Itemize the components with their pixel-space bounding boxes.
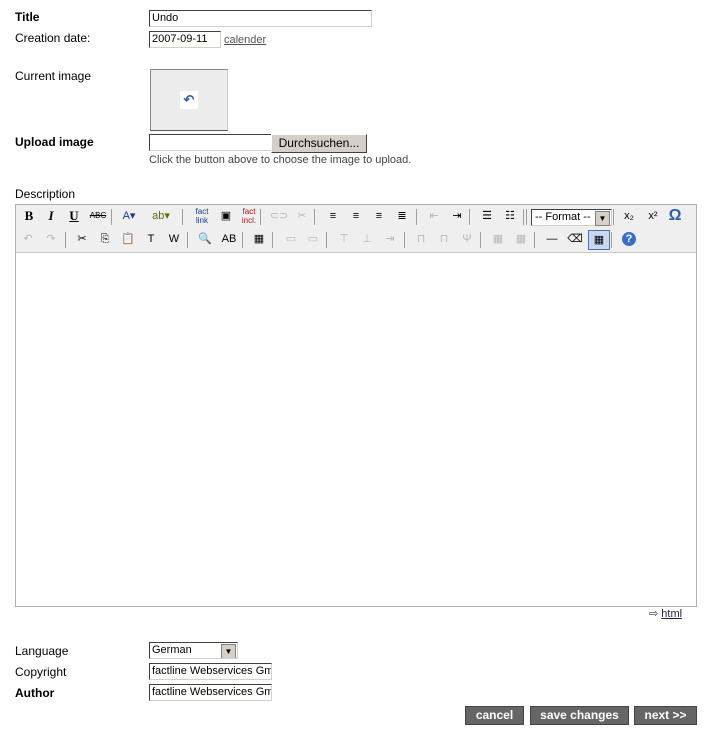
strikethrough-icon[interactable]: ABC — [88, 207, 108, 225]
delete-col-icon[interactable]: Ψ — [457, 230, 477, 248]
toolbar-separator — [242, 232, 243, 248]
cell-props-icon[interactable]: ▦ — [511, 230, 531, 248]
toolbar-separator — [534, 232, 535, 248]
align-right-icon[interactable]: ≡ — [369, 207, 389, 225]
title-input[interactable]: Undo — [149, 10, 372, 27]
format-value: -- Format -- — [535, 211, 591, 223]
toolbar-separator — [272, 232, 273, 248]
table-edit-icon[interactable]: ▦ — [249, 230, 269, 248]
toolbar-separator — [526, 209, 527, 225]
link-icon[interactable]: ⊂⊃ — [269, 207, 289, 225]
language-select[interactable]: German ▼ — [149, 642, 238, 659]
superscript-icon[interactable]: x² — [643, 207, 663, 225]
editor-toolbar: -- Format -- ▼ B I U ABC A▾ ab▾ fact link ▣ fact … — [16, 205, 696, 253]
chevron-down-icon: ▼ — [595, 211, 610, 226]
subscript-icon[interactable]: x₂ — [619, 207, 639, 225]
bold-icon[interactable]: B — [19, 207, 39, 225]
copy-icon[interactable]: ⎘ — [95, 230, 115, 248]
insert-col-after-icon[interactable]: ⊓ — [434, 230, 454, 248]
toolbar-separator — [326, 232, 327, 248]
cancel-button[interactable]: cancel — [465, 706, 524, 725]
table-props-icon[interactable]: ▦ — [488, 230, 508, 248]
copyright-label: Copyright — [15, 665, 67, 679]
chevron-down-icon: ▼ — [221, 644, 236, 658]
toolbar-separator — [613, 209, 614, 225]
help-icon[interactable]: ? — [622, 232, 636, 246]
calendar-link[interactable]: calender — [224, 34, 266, 46]
description-label: Description — [15, 187, 76, 201]
italic-icon[interactable]: I — [41, 207, 61, 225]
split-cell-icon[interactable]: ▭ — [303, 230, 323, 248]
fact-link-icon[interactable]: fact link — [192, 207, 212, 225]
remove-format-icon[interactable]: ⌫ — [565, 230, 585, 248]
creation-date-input[interactable]: 2007-09-11 — [149, 31, 221, 48]
font-color-icon[interactable]: A▾ — [119, 207, 139, 225]
undo-icon[interactable]: ↶ — [18, 230, 38, 248]
toolbar-separator — [65, 232, 66, 248]
redo-icon[interactable]: ↷ — [41, 230, 61, 248]
editor-content-area[interactable] — [16, 253, 696, 606]
current-image-label: Current image — [15, 69, 92, 83]
highlight-color-icon[interactable]: ab▾ — [151, 207, 171, 225]
horizontal-rule-icon[interactable]: — — [542, 230, 562, 248]
toolbar-separator — [611, 232, 612, 248]
justify-icon[interactable]: ≣ — [392, 207, 412, 225]
toolbar-separator — [260, 209, 261, 225]
cut-icon[interactable]: ✂ — [72, 230, 92, 248]
copyright-input[interactable]: factline Webservices Gm — [149, 663, 272, 680]
toolbar-separator — [182, 209, 183, 225]
align-center-icon[interactable]: ≡ — [346, 207, 366, 225]
delete-row-icon[interactable]: ⇥ — [380, 230, 400, 248]
merge-cells-icon[interactable]: ▭ — [281, 230, 301, 248]
arrow-right-icon: ⇨ — [649, 608, 662, 620]
language-value: German — [152, 644, 192, 656]
replace-icon[interactable]: AB — [219, 230, 239, 248]
insert-row-after-icon[interactable]: ⊥ — [357, 230, 377, 248]
upload-file-input[interactable] — [149, 134, 272, 151]
insert-image-icon[interactable]: ▣ — [216, 207, 236, 225]
format-select[interactable]: -- Format -- ▼ — [531, 209, 612, 226]
current-image-preview: ↶ — [150, 69, 228, 131]
toolbar-separator — [416, 209, 417, 225]
undo-icon: ↶ — [180, 91, 198, 109]
paste-icon[interactable]: 📋 — [118, 230, 138, 248]
unlink-icon[interactable]: ✂ — [292, 207, 312, 225]
html-source-icon: html — [661, 608, 683, 620]
insert-row-before-icon[interactable]: ⊤ — [334, 230, 354, 248]
upload-hint: Click the button above to choose the ima… — [149, 154, 412, 166]
title-label: Title — [15, 10, 40, 24]
underline-icon[interactable]: U — [64, 207, 84, 225]
align-left-icon[interactable]: ≡ — [323, 207, 343, 225]
html-toggle[interactable]: ⇨ html — [649, 607, 682, 620]
author-label: Author — [15, 686, 55, 700]
numbered-list-icon[interactable]: ☷ — [500, 207, 520, 225]
find-icon[interactable]: 🔍 — [195, 230, 215, 248]
browse-button[interactable]: Durchsuchen... — [271, 134, 367, 153]
toolbar-separator — [469, 209, 470, 225]
save-changes-button[interactable]: save changes — [530, 706, 629, 725]
upload-image-label: Upload image — [15, 135, 94, 149]
outdent-icon[interactable]: ⇤ — [424, 207, 444, 225]
toolbar-separator — [404, 232, 405, 248]
language-label: Language — [15, 644, 69, 658]
creation-date-label: Creation date: — [15, 31, 91, 45]
paste-text-icon[interactable]: T — [141, 230, 161, 248]
special-char-icon[interactable]: Ω — [665, 207, 685, 225]
indent-icon[interactable]: ⇥ — [447, 207, 467, 225]
bullet-list-icon[interactable]: ☰ — [477, 207, 497, 225]
toolbar-separator — [187, 232, 188, 248]
toolbar-separator — [314, 209, 315, 225]
toggle-guidelines-icon[interactable]: ▦ — [588, 230, 610, 250]
insert-col-before-icon[interactable]: ⊓ — [411, 230, 431, 248]
toolbar-separator — [111, 209, 112, 225]
toolbar-separator — [480, 232, 481, 248]
paste-word-icon[interactable]: W — [164, 230, 184, 248]
toolbar-separator — [523, 209, 524, 225]
next-button[interactable]: next >> — [634, 706, 697, 725]
fact-include-icon[interactable]: fact incl. — [239, 207, 259, 225]
author-input[interactable]: factline Webservices Gm — [149, 684, 272, 701]
rich-text-editor: -- Format -- ▼ B I U ABC A▾ ab▾ fact link ▣ fact … — [15, 204, 697, 607]
